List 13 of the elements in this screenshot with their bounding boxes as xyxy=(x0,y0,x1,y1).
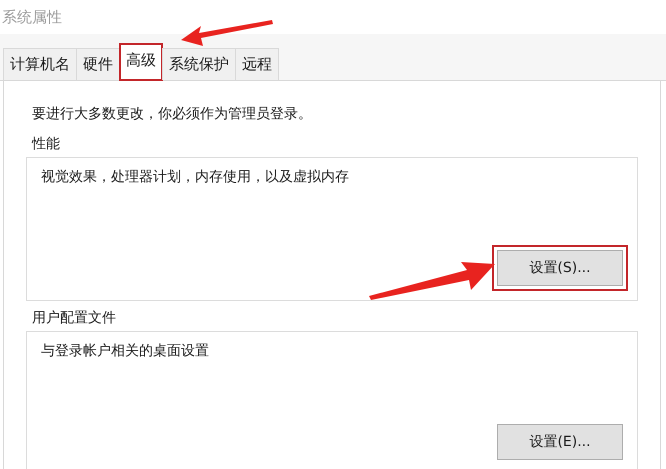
group-title: 性能 xyxy=(30,135,61,154)
group-title: 用户配置文件 xyxy=(31,309,117,328)
group-description: 视觉效果，处理器计划，内存使用，以及虚拟内存 xyxy=(41,168,350,186)
tab[interactable]: 高级 xyxy=(119,43,163,81)
group-description: 与登录帐户相关的桌面设置 xyxy=(41,342,210,360)
notice-text: 要进行大多数更改，你必须作为管理员登录。 xyxy=(31,105,313,123)
settings-button[interactable]: 设置(S)... xyxy=(492,245,628,291)
tab[interactable]: 计算机名 xyxy=(3,48,77,80)
tab[interactable]: 远程 xyxy=(235,48,279,80)
settings-button[interactable]: 设置(E)... xyxy=(497,424,623,460)
window-title: 系统属性 xyxy=(1,7,62,28)
tab[interactable]: 系统保护 xyxy=(162,48,236,80)
tab[interactable]: 硬件 xyxy=(76,48,120,80)
